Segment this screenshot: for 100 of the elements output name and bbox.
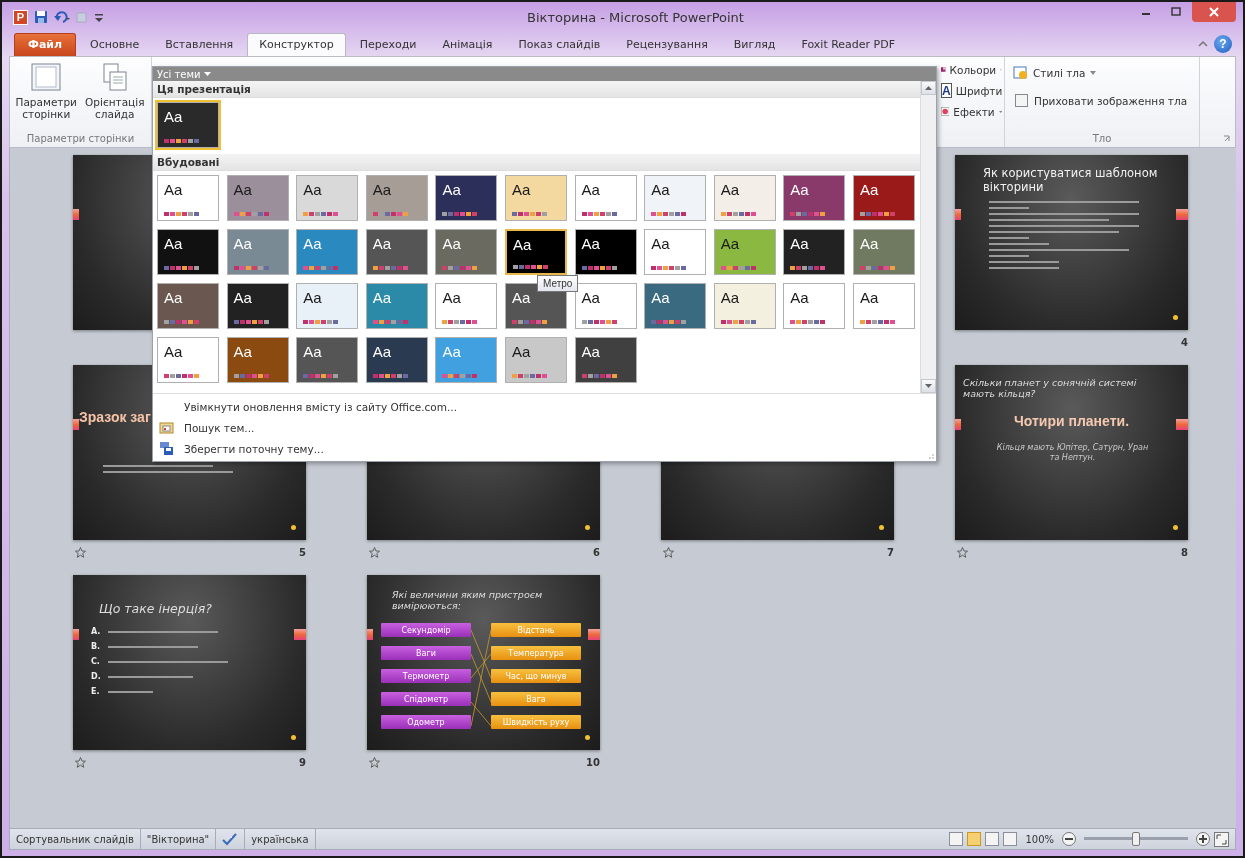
background-styles-button[interactable]: Стилі тла xyxy=(1011,63,1193,82)
theme-thumbnail[interactable]: Aa xyxy=(157,283,219,329)
quantity-label: Вага xyxy=(491,692,581,706)
slide-title: Як користуватися шаблоном вікторини xyxy=(983,167,1159,195)
option-letter: A. xyxy=(91,627,102,636)
ribbon-button[interactable]: Кольори xyxy=(939,60,1004,79)
theme-thumbnail[interactable]: Aa xyxy=(435,283,498,329)
option-letter: C. xyxy=(91,657,101,666)
device-label: Термометр xyxy=(381,669,471,683)
fonts-icon: A xyxy=(941,83,952,98)
option-letter: E. xyxy=(91,687,101,696)
slide-number: 4 xyxy=(1181,337,1188,348)
theme-thumbnail[interactable]: Aa xyxy=(574,337,637,383)
quantity-label: Відстань xyxy=(491,623,581,637)
theme-thumbnail[interactable]: Aa xyxy=(713,175,776,221)
theme-thumbnail[interactable]: Aa xyxy=(852,175,915,221)
theme-thumbnail[interactable]: Aa xyxy=(157,102,219,148)
slide-title: Зразок заг xyxy=(79,409,151,425)
slide-headline: Чотири планети. xyxy=(1012,413,1131,429)
theme-thumbnail[interactable]: Aa xyxy=(783,229,846,275)
slide-thumbnail[interactable]: Скільки планет у сонячній системі мають кільця? Чотири планети. Кільця мають Юпітер, Сатурн, Уран та Нептун. xyxy=(955,365,1188,540)
theme-thumbnail[interactable]: Aa xyxy=(713,229,776,275)
section-header: Ця презентація xyxy=(153,81,920,98)
slide-number: 5 xyxy=(299,547,306,558)
ribbon-tab[interactable]: Конструктор xyxy=(247,33,346,56)
group-label: Тло xyxy=(1092,133,1112,144)
view-name: Сортувальник слайдів xyxy=(16,833,134,845)
theme-thumbnail[interactable]: Aa xyxy=(365,337,428,383)
slide-number: 8 xyxy=(1181,547,1188,558)
theme-thumbnail[interactable]: Aa xyxy=(435,229,498,275)
slide-number: 6 xyxy=(593,547,600,558)
slide-thumbnail[interactable]: Які величини яким пристроєм вимірюються: Секундомір Ваги Термометр Спідометр Одометр Відстань Температура Час, що минув Вага Швидкість руху xyxy=(367,575,600,750)
theme-thumbnail[interactable]: Aa xyxy=(574,229,637,275)
slide-text: Кільця мають Юпітер, Сатурн, Уран та Нептун. xyxy=(995,443,1150,464)
theme-thumbnail[interactable]: Aa xyxy=(365,229,428,275)
group-label: Параметри сторінки xyxy=(25,133,136,146)
slide-title: Які величини яким пристроєм вимірюються: xyxy=(392,589,544,612)
ribbon-tab[interactable]: Файл xyxy=(14,33,77,56)
window-title: Вікторина - Microsoft PowerPoint xyxy=(526,9,745,25)
ribbon-tab[interactable]: Рецензування xyxy=(614,33,720,56)
ribbon-tab[interactable]: Вигляд xyxy=(721,33,788,56)
ribbon-tab[interactable]: Анімація xyxy=(430,33,505,56)
quantity-label: Температура xyxy=(491,646,581,660)
quantity-label: Час, що минув xyxy=(491,669,581,683)
theme-thumbnail[interactable]: Aa xyxy=(296,229,359,275)
theme-thumbnail[interactable]: Aa xyxy=(296,175,359,221)
theme-thumbnail[interactable]: Aa xyxy=(504,175,567,221)
tooltip: Метро xyxy=(536,275,579,292)
theme-thumbnail[interactable]: Aa xyxy=(365,283,428,329)
section-header: Вбудовані xyxy=(153,154,920,171)
theme-thumbnail[interactable]: Aa xyxy=(296,337,359,383)
ribbon-tab[interactable]: Основне xyxy=(78,33,152,56)
theme-thumbnail[interactable]: Aa xyxy=(852,283,915,329)
slide-title: Скільки планет у сонячній системі мають кільця? xyxy=(963,377,1138,400)
theme-name: "Вікторина" xyxy=(146,833,210,845)
theme-thumbnail[interactable]: Aa xyxy=(783,175,846,221)
slide-number: 9 xyxy=(299,757,306,768)
theme-thumbnail[interactable]: Aa xyxy=(852,229,915,275)
theme-thumbnail[interactable]: Aa xyxy=(644,283,707,329)
option-letter: B. xyxy=(91,642,102,651)
checkbox[interactable]: Приховати зображення тла xyxy=(1011,92,1193,109)
theme-thumbnail[interactable]: Aa xyxy=(157,229,219,275)
ribbon-tab[interactable]: Вставлення xyxy=(153,33,246,56)
theme-thumbnail[interactable]: Aa xyxy=(574,175,637,221)
theme-thumbnail[interactable]: Aa xyxy=(365,175,428,221)
slide-number: 10 xyxy=(586,757,600,768)
theme-thumbnail[interactable]: Aa xyxy=(644,229,707,275)
theme-thumbnail[interactable]: Aa xyxy=(226,283,289,329)
zoom-level[interactable]: 100% xyxy=(1025,833,1054,845)
option-letter: D. xyxy=(91,672,102,681)
ribbon-button[interactable]: Параметри сторінки xyxy=(14,60,79,133)
slide-title: Що таке інерція? xyxy=(99,601,212,616)
theme-thumbnail[interactable]: Aa xyxy=(435,175,498,221)
theme-thumbnail[interactable]: Aa xyxy=(157,337,219,383)
device-label: Спідометр xyxy=(381,692,471,706)
theme-thumbnail[interactable]: Aa xyxy=(226,229,289,275)
slide-thumbnail[interactable]: Як користуватися шаблоном вікторини xyxy=(955,155,1188,330)
language-name: українська xyxy=(251,833,309,845)
ribbon-button[interactable]: Орієнтація слайда xyxy=(82,60,147,133)
theme-thumbnail[interactable]: Aa xyxy=(574,283,637,329)
theme-thumbnail[interactable]: Aa xyxy=(296,283,359,329)
ribbon-button[interactable]: A Шрифти xyxy=(939,81,1004,100)
device-label: Ваги xyxy=(381,646,471,660)
theme-thumbnail[interactable]: Aa xyxy=(226,337,289,383)
ribbon-tab[interactable]: Переходи xyxy=(347,33,429,56)
ribbon-tab[interactable]: Показ слайдів xyxy=(506,33,613,56)
slide-number: 7 xyxy=(887,547,894,558)
theme-thumbnail[interactable]: Aa xyxy=(783,283,846,329)
theme-thumbnail[interactable]: Aa xyxy=(226,175,289,221)
theme-thumbnail[interactable]: Aa xyxy=(644,175,707,221)
device-label: Секундомір xyxy=(381,623,471,637)
app-icon: P xyxy=(13,9,28,25)
ribbon-tab[interactable]: Foxit Reader PDF xyxy=(789,33,908,56)
device-label: Одометр xyxy=(381,715,471,729)
ribbon-button[interactable]: Ефекти xyxy=(939,102,1004,121)
quantity-label: Швидкість руху xyxy=(491,715,581,729)
theme-thumbnail[interactable]: Aa xyxy=(157,175,219,221)
theme-thumbnail[interactable]: Aa xyxy=(504,337,567,383)
theme-thumbnail[interactable]: Aa xyxy=(713,283,776,329)
slide-thumbnail[interactable]: Що таке інерція? A. B. C. D. E. xyxy=(73,575,306,750)
